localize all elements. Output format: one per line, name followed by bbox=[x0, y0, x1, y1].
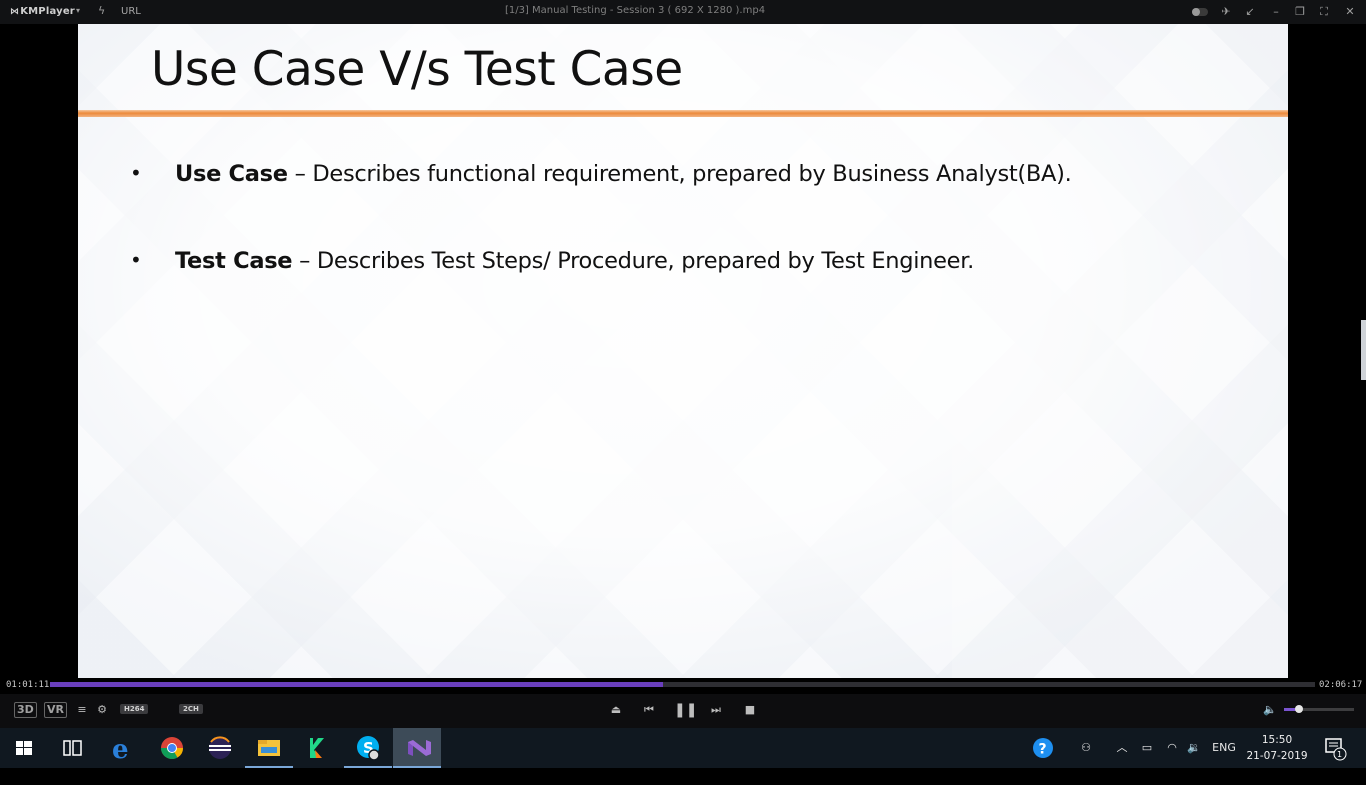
stop-icon[interactable]: ■ bbox=[742, 701, 758, 719]
fullscreen-icon[interactable]: ⛶ bbox=[1314, 3, 1334, 21]
slide-title: Use Case V/s Test Case bbox=[151, 42, 683, 97]
chrome-taskbar-button[interactable] bbox=[148, 728, 196, 768]
presentation-slide: Use Case V/s Test Case • Use Case – Desc… bbox=[78, 24, 1288, 678]
svg-text:?: ? bbox=[1039, 742, 1047, 758]
clock[interactable]: 15:50 21-07-2019 bbox=[1244, 732, 1310, 764]
settings-icon[interactable]: ⚙ bbox=[95, 701, 109, 719]
title-divider bbox=[78, 110, 1288, 117]
bullet-term: Use Case bbox=[175, 161, 288, 187]
skype-taskbar-button[interactable]: S bbox=[344, 728, 392, 768]
visual-studio-taskbar-button[interactable] bbox=[393, 728, 441, 768]
show-hidden-icons-chevron-icon[interactable]: ︿ bbox=[1114, 728, 1130, 768]
edge-icon: e bbox=[112, 735, 129, 765]
skype-icon: S bbox=[357, 736, 380, 761]
seek-row: 01:01:11 02:06:17 bbox=[0, 678, 1366, 694]
pin-icon[interactable]: ✈ bbox=[1216, 3, 1236, 21]
restore-icon[interactable]: ❐ bbox=[1290, 3, 1310, 21]
clock-date: 21-07-2019 bbox=[1246, 750, 1308, 762]
volume-knob[interactable] bbox=[1295, 705, 1304, 713]
start-button[interactable] bbox=[0, 728, 48, 768]
bullet-description: – Describes Test Steps/ Procedure, prepa… bbox=[292, 248, 974, 274]
eclipse-icon bbox=[209, 736, 231, 759]
codec-badge[interactable]: H264 bbox=[120, 704, 149, 714]
speaker-icon[interactable]: 🔉 bbox=[1185, 728, 1203, 768]
player-titlebar: ⋈KMPlayer ▾ ϟ URL [1/3] Manual Testing -… bbox=[0, 0, 1366, 24]
task-view-icon bbox=[63, 740, 82, 756]
close-icon[interactable]: ✕ bbox=[1340, 3, 1360, 21]
side-panel-handle[interactable] bbox=[1361, 320, 1366, 380]
player-controls: 3D VR ≡ ⚙ H264 2CH ⏏ ⏮ ❚❚ ⏭ ■ 🔈 bbox=[0, 694, 1366, 728]
bullet-dot: • bbox=[130, 248, 142, 272]
svg-text:e: e bbox=[112, 735, 129, 765]
bullet-text: Use Case – Describes functional requirem… bbox=[175, 161, 1072, 187]
seek-progress bbox=[50, 682, 664, 687]
windows-taskbar: e S ? ⚇ ︿ ▭ ◠ 🔉 ENG 15:50 21-07-2019 1 bbox=[0, 728, 1366, 768]
slide-side-panel bbox=[952, 24, 1288, 678]
people-icon[interactable]: ⚇ bbox=[1076, 728, 1096, 768]
eject-icon[interactable]: ⏏ bbox=[608, 701, 624, 719]
clock-time: 15:50 bbox=[1261, 734, 1293, 746]
previous-icon[interactable]: ⏮ bbox=[641, 701, 657, 719]
battery-icon[interactable]: ▭ bbox=[1138, 728, 1156, 768]
kotlin-taskbar-button[interactable] bbox=[294, 728, 342, 768]
bullet-dot: • bbox=[130, 161, 142, 185]
3d-button[interactable]: 3D bbox=[14, 702, 37, 718]
visual-studio-icon bbox=[408, 740, 431, 756]
file-explorer-taskbar-button[interactable] bbox=[245, 728, 293, 768]
audio-channels-badge[interactable]: 2CH bbox=[179, 704, 203, 714]
vr-button[interactable]: VR bbox=[44, 702, 67, 718]
help-tray-button[interactable]: ? bbox=[1030, 728, 1056, 768]
window-title: [1/3] Manual Testing - Session 3 ( 692 X… bbox=[504, 5, 766, 16]
pause-icon[interactable]: ❚❚ bbox=[674, 701, 697, 719]
help-icon: ? bbox=[1033, 738, 1053, 758]
playlist-icon[interactable]: ≡ bbox=[76, 701, 88, 719]
bullet-description: – Describes functional requirement, prep… bbox=[287, 161, 1072, 187]
total-duration: 02:06:17 bbox=[1319, 680, 1363, 690]
action-center-button[interactable]: 1 bbox=[1322, 728, 1348, 768]
mode-toggle[interactable] bbox=[1192, 8, 1208, 16]
kotlin-icon bbox=[310, 738, 324, 758]
next-icon[interactable]: ⏭ bbox=[708, 701, 724, 719]
minimize-icon[interactable]: – bbox=[1266, 3, 1286, 21]
volume-icon[interactable]: 🔈 bbox=[1263, 701, 1277, 719]
windows-logo-icon bbox=[16, 741, 32, 755]
video-area[interactable]: Use Case V/s Test Case • Use Case – Desc… bbox=[0, 24, 1366, 678]
bullet-text: Test Case – Describes Test Steps/ Proced… bbox=[175, 248, 974, 274]
wifi-icon[interactable]: ◠ bbox=[1162, 728, 1182, 768]
folder-icon bbox=[258, 740, 280, 756]
edge-taskbar-button[interactable]: e bbox=[98, 728, 146, 768]
volume-slider[interactable] bbox=[1284, 705, 1354, 713]
input-language[interactable]: ENG bbox=[1210, 728, 1238, 768]
eclipse-taskbar-button[interactable] bbox=[196, 728, 244, 768]
chrome-icon bbox=[161, 737, 183, 759]
resize-arrow-icon[interactable]: ↙ bbox=[1240, 3, 1260, 21]
elapsed-time: 01:01:11 bbox=[6, 680, 50, 690]
bullet-term: Test Case bbox=[175, 248, 293, 274]
seek-bar[interactable] bbox=[50, 682, 1315, 687]
notification-count: 1 bbox=[1337, 750, 1343, 759]
task-view-button[interactable] bbox=[48, 728, 96, 768]
notification-icon bbox=[1325, 738, 1347, 761]
